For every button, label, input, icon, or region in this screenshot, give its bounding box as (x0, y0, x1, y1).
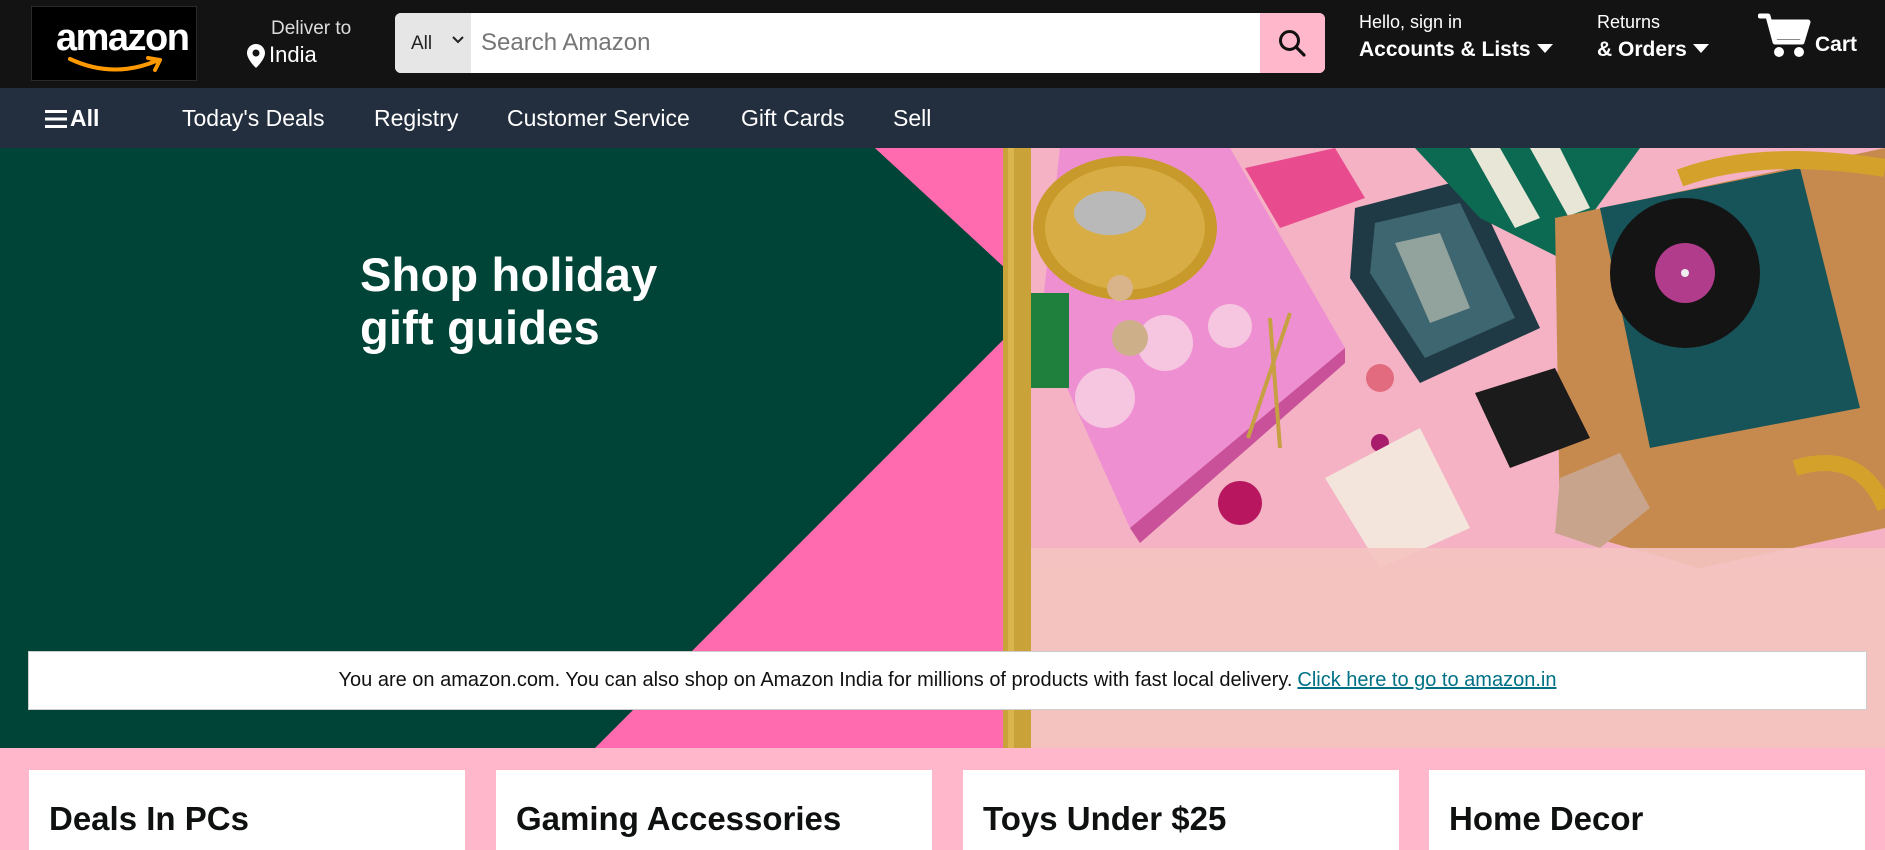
all-menu-button[interactable]: All (45, 105, 99, 132)
accounts-lists-label: Accounts & Lists (1359, 38, 1553, 62)
returns-label: Returns (1597, 12, 1661, 32)
search-input[interactable] (471, 13, 1253, 73)
nav-registry[interactable]: Registry (374, 105, 458, 132)
category-card[interactable]: Gaming Accessories (496, 770, 932, 850)
logo-text: amazon (56, 17, 190, 59)
amazon-logo[interactable]: amazon (31, 6, 197, 81)
deliver-to-location[interactable]: Deliver to India (245, 18, 365, 70)
accounts-lists-text: Accounts & Lists (1359, 38, 1531, 61)
regional-site-notice: You are on amazon.com. You can also shop… (28, 651, 1867, 710)
category-card[interactable]: Deals In PCs (29, 770, 465, 850)
notice-text: You are on amazon.com. You can also shop… (338, 669, 1293, 691)
search-bar: All (395, 13, 1325, 73)
top-navigation-bar: amazon Deliver to India All Hello, sign (0, 0, 1885, 88)
deliver-to-country: India (269, 42, 317, 67)
nav-sell[interactable]: Sell (893, 105, 931, 132)
hero-title: Shop holiday gift guides (360, 248, 657, 354)
sign-in-greeting: Hello, sign in (1359, 12, 1463, 32)
category-card[interactable]: Home Decor (1429, 770, 1865, 850)
hero-title-line-1: Shop holiday (360, 248, 658, 301)
nav-todays-deals[interactable]: Today's Deals (182, 105, 324, 132)
orders-text: & Orders (1597, 38, 1687, 61)
orders-label: & Orders (1597, 38, 1709, 62)
hero-title-line-2: gift guides (360, 301, 600, 354)
deliver-to-label: Deliver to (271, 18, 352, 39)
chevron-down-icon (452, 36, 464, 44)
nav-customer-service[interactable]: Customer Service (507, 105, 690, 132)
category-card-title: Home Decor (1449, 800, 1644, 837)
go-to-amazon-in-link[interactable]: Click here to go to amazon.in (1297, 669, 1556, 691)
nav-gift-cards[interactable]: Gift Cards (741, 105, 845, 132)
cart-icon (1758, 13, 1811, 57)
search-category-label: All (411, 33, 433, 54)
search-button[interactable] (1260, 13, 1325, 73)
search-icon (1279, 30, 1306, 57)
caret-down-icon (1536, 44, 1553, 53)
logo-smile-icon (68, 56, 162, 72)
category-card-title: Deals In PCs (49, 800, 249, 837)
hamburger-menu-icon (45, 110, 67, 128)
secondary-navigation-bar: All Today's Deals Registry Customer Serv… (0, 88, 1885, 148)
caret-down-icon (1692, 44, 1709, 53)
all-menu-label: All (70, 105, 100, 131)
cart-button[interactable]: Cart (1758, 8, 1868, 64)
category-cards-row: Deals In PCs Gaming Accessories Toys Und… (0, 748, 1885, 850)
category-card[interactable]: Toys Under $25 (963, 770, 1399, 850)
category-card-title: Toys Under $25 (983, 800, 1227, 837)
location-pin-icon (247, 44, 265, 68)
notice-message: You are on amazon.com. You can also shop… (339, 669, 1557, 692)
search-category-dropdown[interactable]: All (395, 13, 471, 73)
cart-label: Cart (1815, 33, 1858, 56)
category-card-title: Gaming Accessories (516, 800, 842, 837)
